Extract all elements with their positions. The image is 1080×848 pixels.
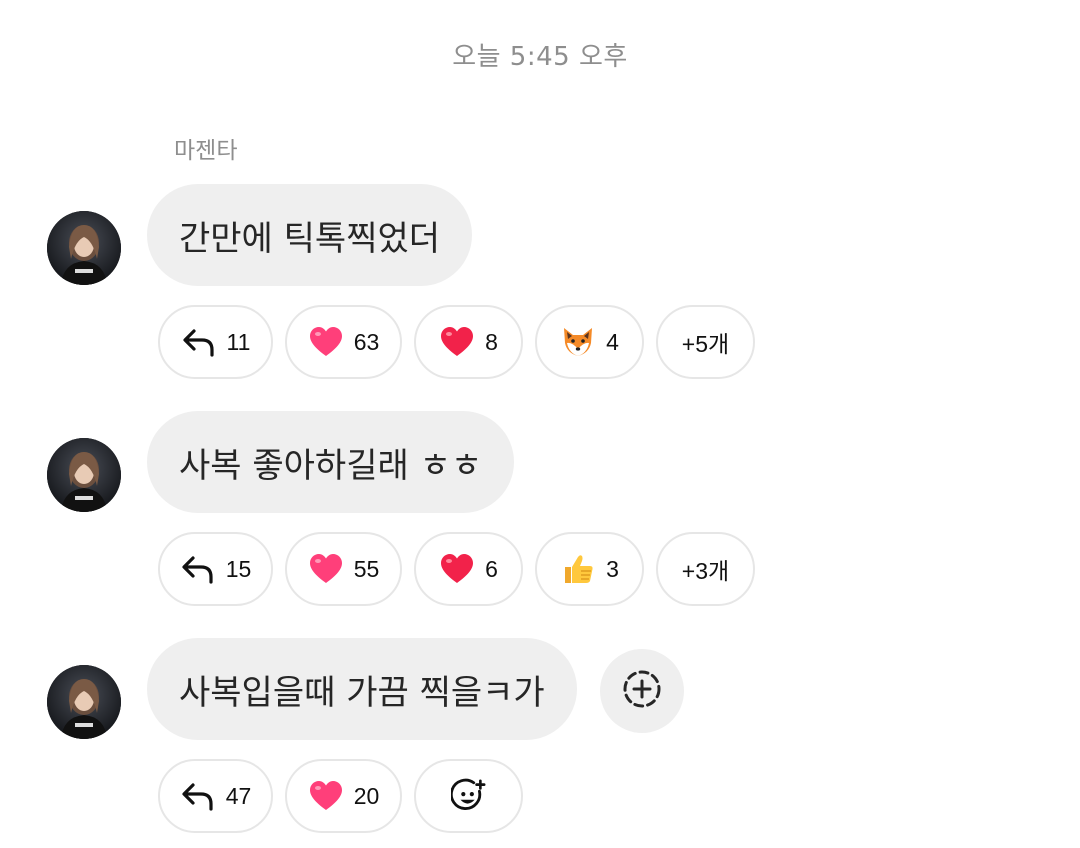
reaction-chip[interactable]: 20 <box>285 759 402 833</box>
reaction-chip[interactable]: 63 <box>285 305 402 379</box>
reaction-chip[interactable]: 8 <box>414 305 523 379</box>
reply-count-button[interactable]: 15 <box>158 532 273 606</box>
reaction-chip[interactable]: 55 <box>285 532 402 606</box>
heart-pink-icon <box>308 778 344 814</box>
reaction-count: 63 <box>353 328 380 355</box>
reaction-count: 20 <box>353 782 380 809</box>
reaction-chip[interactable]: 3 <box>535 532 644 606</box>
reply-count-button[interactable]: 47 <box>158 759 273 833</box>
reply-count-button[interactable]: 11 <box>158 305 273 379</box>
heart-red-icon <box>439 324 475 360</box>
reply-count: 11 <box>226 328 251 355</box>
heart-red-icon <box>439 551 475 587</box>
chat-timestamp: 오늘 5:45 오후 <box>452 42 628 72</box>
message-bubble[interactable]: 사복 좋아하길래 ㅎㅎ <box>147 411 515 513</box>
reaction-chip[interactable]: 4 <box>535 305 644 379</box>
reaction-count: 55 <box>353 555 380 582</box>
reaction-count: 3 <box>606 555 619 582</box>
reply-count: 47 <box>225 782 252 809</box>
avatar[interactable] <box>47 211 121 285</box>
more-reactions-button[interactable]: +3개 <box>656 532 755 606</box>
reaction-count: 4 <box>606 328 619 355</box>
more-reactions-label: +5개 <box>681 331 730 357</box>
add-emoji-button[interactable] <box>414 759 523 833</box>
reply-count: 15 <box>225 555 252 582</box>
heart-pink-icon <box>308 551 344 587</box>
add-reaction-icon <box>621 668 663 714</box>
thumbs-up-icon <box>560 551 596 587</box>
avatar[interactable] <box>47 665 121 739</box>
reply-icon <box>181 324 217 360</box>
heart-pink-icon <box>308 324 344 360</box>
more-reactions-label: +3개 <box>681 558 730 584</box>
message-text: 사복 좋아하길래 ㅎㅎ <box>179 445 483 486</box>
message-text: 사복입을때 가끔 찍을ㅋ가 <box>179 672 545 713</box>
add-emoji-icon <box>450 778 487 814</box>
add-reaction-button[interactable] <box>600 649 684 733</box>
fox-face-icon <box>560 324 596 360</box>
reply-icon <box>180 778 216 814</box>
more-reactions-button[interactable]: +5개 <box>656 305 755 379</box>
reply-icon <box>180 551 216 587</box>
reaction-chip[interactable]: 6 <box>414 532 523 606</box>
message-bubble[interactable]: 간만에 틱톡찍었더 <box>147 184 473 286</box>
sender-name: 마젠타 <box>174 138 238 164</box>
avatar[interactable] <box>47 438 121 512</box>
message-bubble[interactable]: 사복입을때 가끔 찍을ㅋ가 <box>147 638 577 740</box>
message-text: 간만에 틱톡찍었더 <box>179 218 441 259</box>
reaction-count: 6 <box>485 555 498 582</box>
reaction-count: 8 <box>485 328 498 355</box>
